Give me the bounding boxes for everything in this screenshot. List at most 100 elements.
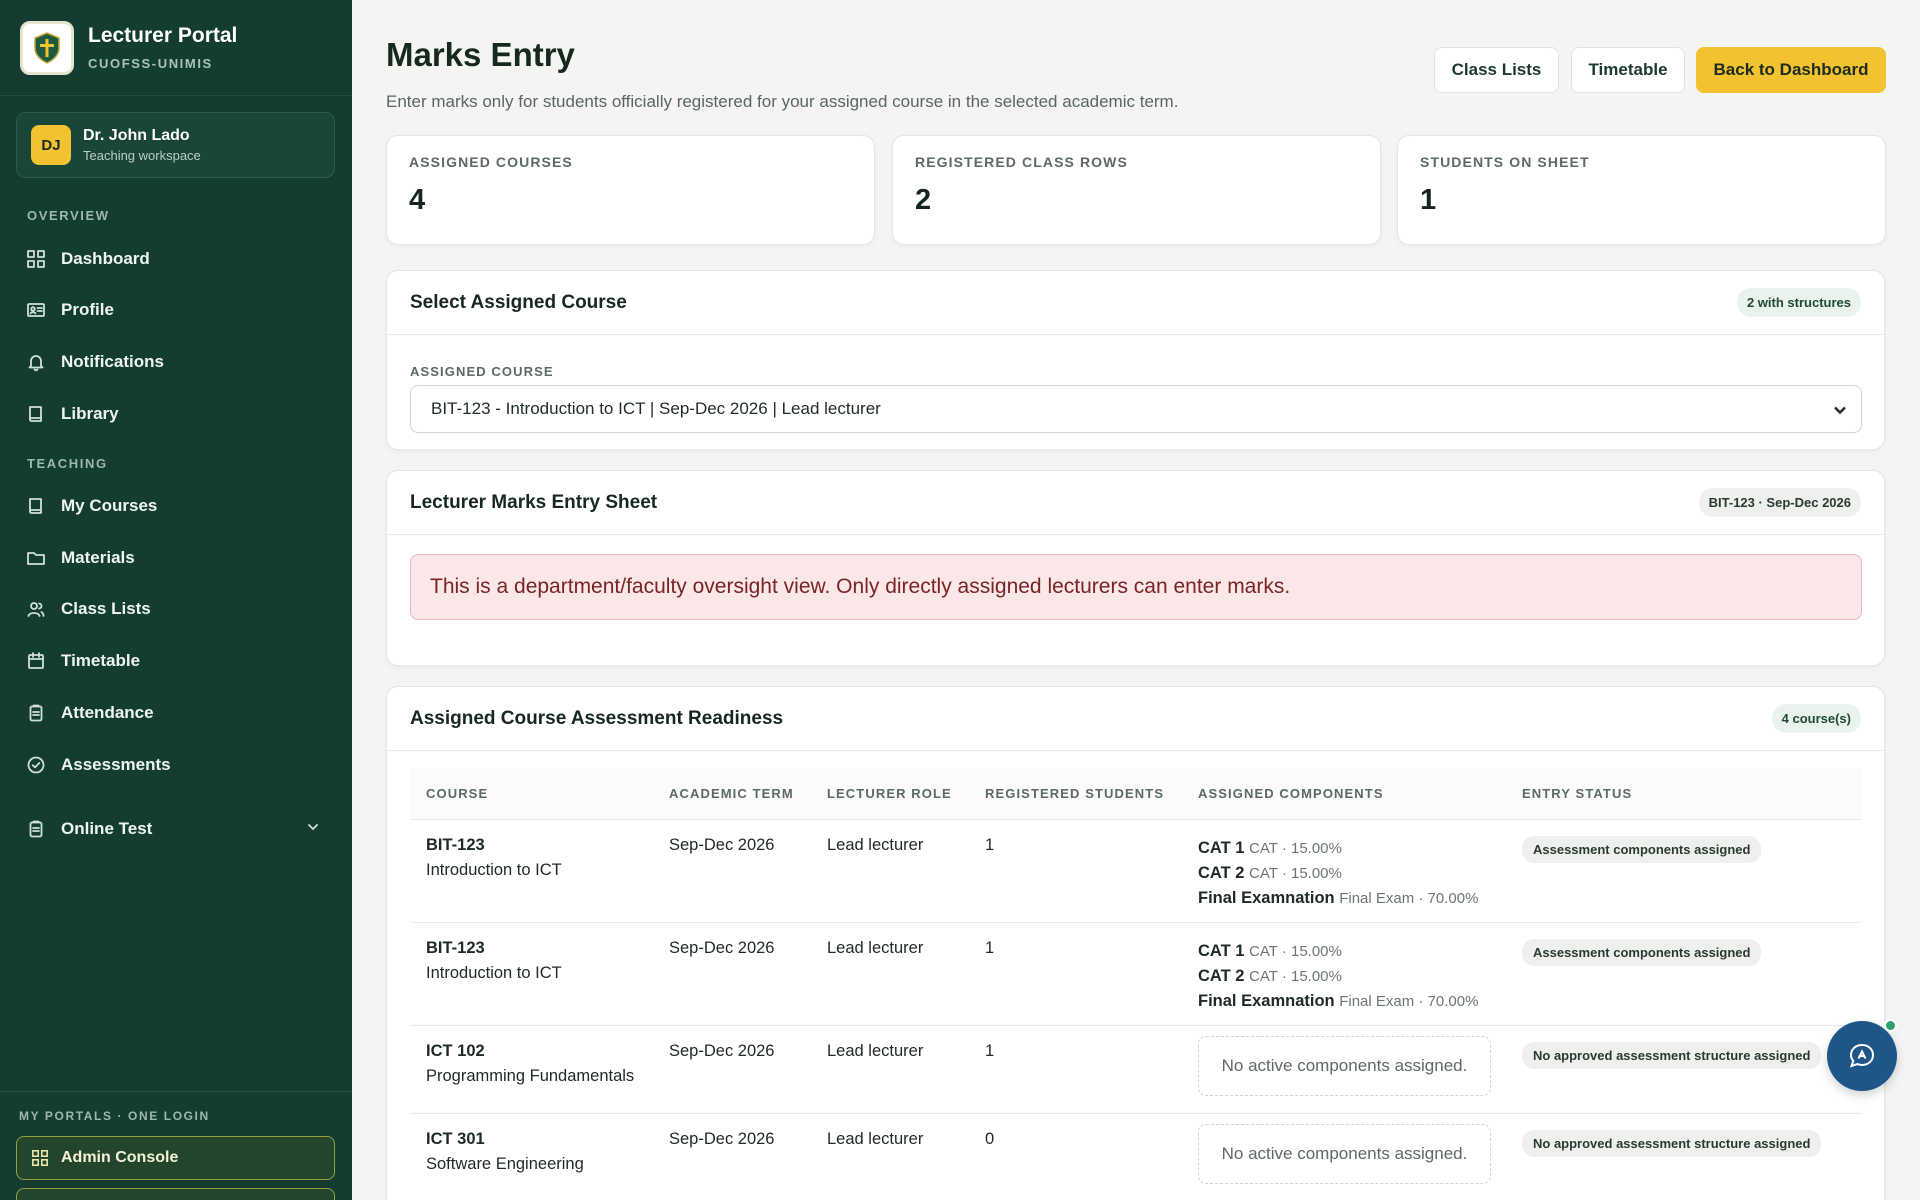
component-detail: CAT · 15.00% [1249,942,1342,960]
stat-label: REGISTERED CLASS ROWS [915,154,1128,170]
oversight-alert: This is a department/faculty oversight v… [410,554,1862,620]
stat-value: 2 [915,184,932,216]
class-lists-button[interactable]: Class Lists [1434,47,1559,93]
components-cell: No active components assigned. [1182,1113,1506,1200]
users-icon [27,602,45,617]
clipboard-icon [29,704,43,722]
sidebar-item-online-test[interactable]: Online Test [26,809,331,849]
component-item: CAT 2 CAT · 15.00% [1198,861,1506,886]
role-cell: Lead lecturer [811,1113,969,1200]
book-icon [29,498,42,514]
back-to-dashboard-button[interactable]: Back to Dashboard [1696,47,1886,93]
nav-section-teaching: TEACHING [27,456,108,471]
sidebar-divider [0,1091,352,1092]
component-name: CAT 1 [1198,941,1245,960]
stat-card-assigned-courses: ASSIGNED COURSES 4 [386,135,875,245]
column-header: ACADEMIC TERM [653,769,811,820]
stat-card-registered-class-rows: REGISTERED CLASS ROWS 2 [892,135,1381,245]
stat-value: 4 [409,184,426,216]
sidebar-item-label: Dashboard [61,249,150,268]
readiness-table: COURSE ACADEMIC TERM LECTURER ROLE REGIS… [410,769,1862,1200]
component-item: CAT 1 CAT · 15.00% [1198,939,1506,964]
admin-console-button[interactable]: Admin Console [16,1136,335,1180]
component-name: Final Examnation [1198,888,1335,907]
column-header: REGISTERED STUDENTS [969,769,1182,820]
sidebar-item-profile[interactable]: Profile [26,290,331,330]
component-detail: Final Exam · 70.00% [1339,889,1479,907]
empty-components: No active components assigned. [1198,1123,1491,1184]
term-cell: Sep-Dec 2026 [653,1113,811,1200]
card-header: Lecturer Marks Entry Sheet BIT-123 · Sep… [387,471,1884,535]
page-subtitle: Enter marks only for students officially… [386,92,1179,111]
term-cell: Sep-Dec 2026 [653,1025,811,1114]
table-row: BIT-123 Introduction to ICT Sep-Dec 2026… [410,922,1862,1026]
component-item: Final Examnation Final Exam · 70.00% [1198,886,1506,911]
sidebar-item-attendance[interactable]: Attendance [26,693,331,733]
course-name: Introduction to ICT [426,860,562,879]
component-detail: Final Exam · 70.00% [1339,992,1479,1010]
sidebar-item-label: Notifications [61,352,164,371]
sidebar: Lecturer Portal CUOFSS-UNIMIS DJ Dr. Joh… [0,0,352,1200]
course-cell: ICT 301 Software Engineering [410,1113,653,1200]
sidebar-item-notifications[interactable]: Notifications [26,342,331,382]
component-detail: CAT · 15.00% [1249,864,1342,882]
course-cell: BIT-123 Introduction to ICT [410,922,653,1026]
book-icon [29,406,42,422]
card-header: Select Assigned Course 2 with structures [387,271,1884,335]
stat-label: ASSIGNED COURSES [409,154,573,170]
status-badge: Assessment components assigned [1522,835,1762,863]
sidebar-item-label: Assessments [61,755,171,774]
portal-button-next[interactable] [16,1188,335,1200]
course-code: BIT-123 [426,938,485,957]
sidebar-item-class-lists[interactable]: Class Lists [26,589,331,629]
university-logo [20,20,74,75]
component-detail: CAT · 15.00% [1249,839,1342,857]
table-row: ICT 301 Software Engineering Sep-Dec 202… [410,1113,1862,1200]
status-badge: Assessment components assigned [1522,938,1762,966]
user-subtitle: Teaching workspace [83,148,201,163]
chevron-down-icon[interactable] [305,819,321,835]
column-header: ENTRY STATUS [1506,769,1862,820]
role-cell: Lead lecturer [811,1025,969,1114]
page-title: Marks Entry [386,36,575,73]
component-name: Final Examnation [1198,991,1335,1010]
sidebar-item-library[interactable]: Library [26,394,331,434]
avatar: DJ [31,125,71,165]
component-item: CAT 1 CAT · 15.00% [1198,836,1506,861]
chat-icon [1849,1043,1875,1068]
chat-button[interactable] [1827,1021,1897,1091]
status-badge: No approved assessment structure assigne… [1522,1129,1822,1157]
students-cell: 1 [969,1025,1182,1114]
card-title: Lecturer Marks Entry Sheet [410,491,658,513]
course-name: Programming Fundamentals [426,1066,635,1085]
admin-console-label: Admin Console [61,1149,179,1166]
sidebar-item-dashboard[interactable]: Dashboard [26,239,331,279]
select-value: BIT-123 - Introduction to ICT | Sep-Dec … [431,399,881,418]
table-row: ICT 102 Programming Fundamentals Sep-Dec… [410,1025,1862,1114]
online-status-dot [1884,1019,1897,1032]
structures-badge: 2 with structures [1736,288,1861,317]
sidebar-item-materials[interactable]: Materials [26,538,331,578]
assigned-course-select[interactable]: BIT-123 - Introduction to ICT | Sep-Dec … [410,385,1862,433]
status-cell: No approved assessment structure assigne… [1506,1025,1862,1114]
sidebar-item-label: My Courses [61,496,158,515]
sidebar-item-my-courses[interactable]: My Courses [26,486,331,526]
app-title: Lecturer Portal [88,24,238,47]
components-cell: CAT 1 CAT · 15.00% CAT 2 CAT · 15.00% Fi… [1182,922,1506,1026]
sidebar-item-assessments[interactable]: Assessments [26,745,331,785]
user-card[interactable]: DJ Dr. John Lado Teaching workspace [16,112,335,178]
sidebar-item-timetable[interactable]: Timetable [26,641,331,681]
component-name: CAT 2 [1198,863,1245,882]
timetable-button[interactable]: Timetable [1571,47,1685,93]
sidebar-item-label: Online Test [61,819,153,838]
students-cell: 1 [969,922,1182,1026]
students-cell: 1 [969,819,1182,923]
course-cell: ICT 102 Programming Fundamentals [410,1025,653,1114]
check-circle-icon [27,756,45,774]
card-header: Assigned Course Assessment Readiness 4 c… [387,687,1884,751]
column-header: COURSE [410,769,653,820]
chevron-down-icon [1834,406,1846,415]
sidebar-item-label: Attendance [61,703,154,722]
sidebar-item-label: Materials [61,548,135,567]
sidebar-item-label: Timetable [61,651,141,670]
